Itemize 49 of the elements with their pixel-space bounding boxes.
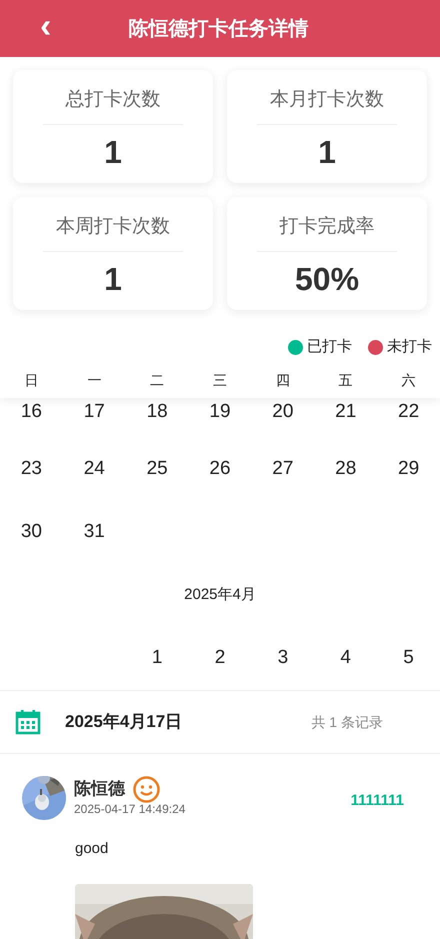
calendar-icon xyxy=(15,709,41,735)
smiley-icon xyxy=(133,776,160,803)
calendar-day[interactable]: 17 xyxy=(62,398,126,426)
record-text: good xyxy=(75,839,110,859)
legend-label: 未打卡 xyxy=(387,337,432,358)
weekday-label: 二 xyxy=(149,370,166,390)
calendar-day[interactable]: 28 xyxy=(314,455,378,484)
calendar-day[interactable]: 20 xyxy=(251,398,314,426)
calendar-day[interactable]: 30 xyxy=(0,518,63,547)
stat-value: 1 xyxy=(318,132,336,171)
calendar-day[interactable]: 16 xyxy=(0,398,63,426)
calendar-day[interactable]: 18 xyxy=(126,398,189,426)
calendar-day[interactable]: 3 xyxy=(251,644,314,673)
calendar-day[interactable]: 19 xyxy=(188,398,252,426)
weekday-label: 日 xyxy=(23,370,40,390)
stat-value: 1 xyxy=(104,132,122,171)
calendar-day[interactable]: 23 xyxy=(0,455,63,484)
score-text: 1111111 xyxy=(350,791,404,811)
calendar-day[interactable]: 29 xyxy=(377,455,440,484)
back-button[interactable]: ‹ xyxy=(32,8,60,42)
calendar-day[interactable]: 24 xyxy=(62,455,126,484)
stat-value: 50% xyxy=(294,260,360,298)
calendar-day[interactable]: 27 xyxy=(251,455,314,484)
record-count: 共 1 条记录 xyxy=(311,712,383,732)
calendar-day[interactable]: 2 xyxy=(188,644,252,673)
stat-label: 本月打卡次数 xyxy=(270,88,384,112)
calendar-day[interactable]: 25 xyxy=(126,455,189,484)
calendar-day[interactable]: 31 xyxy=(62,518,126,547)
stat-label: 打卡完成率 xyxy=(280,215,374,239)
weekday-label: 六 xyxy=(400,370,417,390)
stat-value: 1 xyxy=(104,260,122,298)
user-name: 陈恒德 xyxy=(74,780,125,799)
weekday-label: 五 xyxy=(338,370,354,390)
timestamp: 2025-04-17 14:49:24 xyxy=(74,803,186,816)
date-heading: 2025年4月17日 xyxy=(65,711,182,734)
legend-label: 已打卡 xyxy=(307,337,352,358)
weekday-label: 三 xyxy=(212,370,228,390)
stat-label: 总打卡次数 xyxy=(66,88,160,112)
calendar-day[interactable]: 5 xyxy=(377,644,440,673)
calendar-day[interactable]: 21 xyxy=(314,398,378,426)
weekday-label: 一 xyxy=(86,370,102,390)
weekday-label: 四 xyxy=(274,370,291,390)
calendar-day[interactable]: 4 xyxy=(314,644,378,673)
calendar-day[interactable]: 22 xyxy=(377,398,440,426)
page-title: 陈恒德打卡任务详情 xyxy=(128,16,310,42)
stat-label: 本周打卡次数 xyxy=(56,215,170,239)
calendar-day[interactable]: 1 xyxy=(126,644,189,673)
calendar-day[interactable]: 26 xyxy=(188,455,252,484)
month-label: 2025年4月 xyxy=(184,585,256,606)
